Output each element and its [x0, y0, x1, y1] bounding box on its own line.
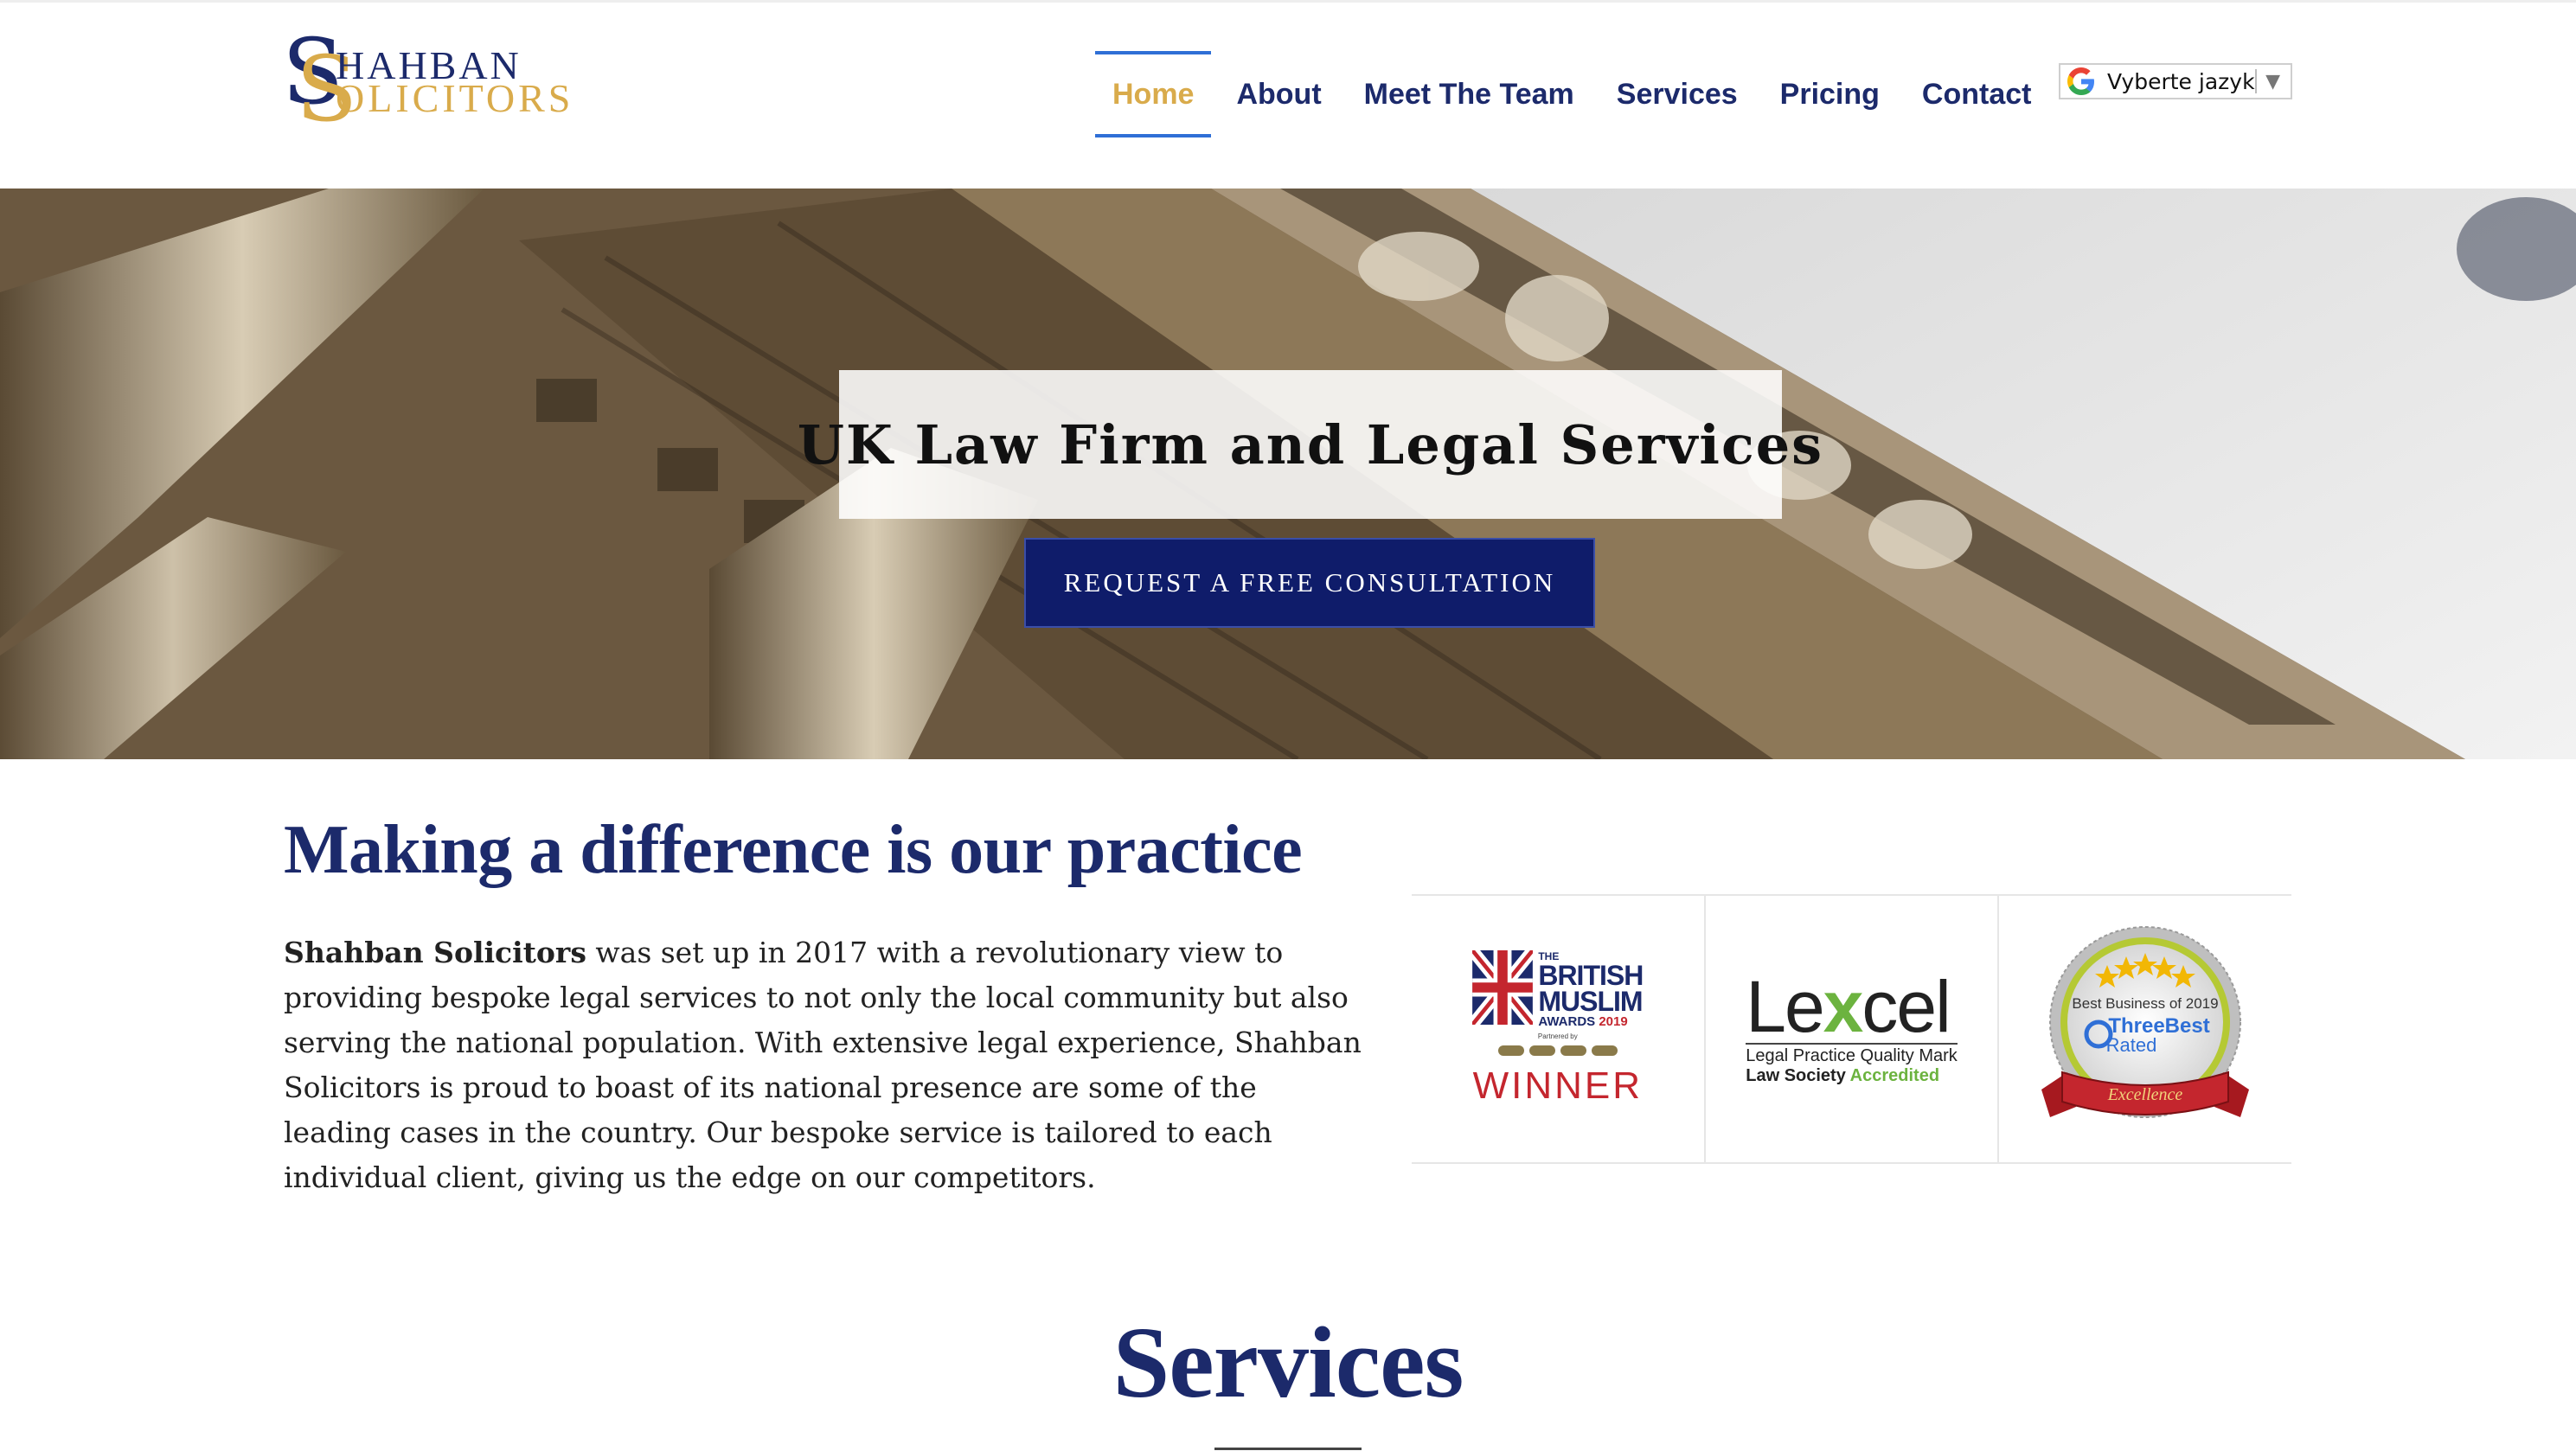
- bma-winner: WINNER: [1472, 1064, 1644, 1107]
- bma-year: 2019: [1599, 1014, 1628, 1029]
- lexcel-wordmark: Lexcel: [1746, 966, 1951, 1047]
- nav-home[interactable]: Home: [1095, 51, 1212, 137]
- threebest-line-1: Best Business of 2019: [2073, 995, 2219, 1012]
- request-consultation-button[interactable]: REQUEST A FREE CONSULTATION: [1024, 538, 1595, 628]
- lexcel-check-icon: x: [1823, 966, 1864, 1047]
- nav-services[interactable]: Services: [1599, 51, 1755, 137]
- threebest-ribbon: Excellence: [2107, 1085, 2183, 1104]
- language-selector[interactable]: Vyberte jazyk ▼: [2059, 63, 2292, 99]
- language-label: Vyberte jazyk: [2107, 68, 2255, 94]
- awards-strip: THE BRITISH MUSLIM AWARDS 2019 Partnered…: [1412, 894, 2291, 1164]
- lexcel-line-2: Law Society Accredited: [1746, 1066, 1940, 1085]
- hero-title-box: UK Law Firm and Legal Services: [798, 370, 1822, 519]
- bma-awards-word: AWARDS: [1538, 1014, 1596, 1029]
- threebest-rated-badge: Best Business of 2019 ThreeBest Rated Ex…: [2041, 926, 2250, 1118]
- nav-meet-the-team[interactable]: Meet The Team: [1347, 51, 1592, 137]
- award-lexcel: Lexcel Legal Practice Quality Mark Law S…: [1706, 896, 2000, 1162]
- firm-name: Shahban Solicitors: [284, 936, 586, 969]
- nav-contact[interactable]: Contact: [1905, 51, 2049, 137]
- bma-line-4: AWARDS 2019: [1538, 1014, 1643, 1029]
- intro-heading: Making a difference is our practice: [284, 812, 1303, 888]
- site-header: S S HAHBAN OLICITORS Home About Meet The…: [0, 0, 2576, 189]
- services-heading: Services: [1112, 1306, 1464, 1419]
- google-g-icon: [2066, 66, 2097, 97]
- divider: [1214, 1448, 1362, 1450]
- nav-about[interactable]: About: [1219, 51, 1338, 137]
- award-british-muslim: THE BRITISH MUSLIM AWARDS 2019 Partnered…: [1412, 896, 1706, 1162]
- bma-line-3: MUSLIM: [1538, 986, 1643, 1017]
- intro-paragraph: Shahban Solicitors was set up in 2017 wi…: [284, 930, 1365, 1200]
- threebest-line-3: Rated: [2106, 1034, 2157, 1056]
- bma-partner-logos: [1497, 1045, 1618, 1056]
- main-navigation: Home About Meet The Team Services Pricin…: [1095, 51, 2056, 137]
- bma-partners-label: Partnered by: [1537, 1032, 1578, 1040]
- british-muslim-awards-logo: THE BRITISH MUSLIM AWARDS 2019 Partnered…: [1467, 950, 1649, 1108]
- nav-pricing[interactable]: Pricing: [1763, 51, 1897, 137]
- intro-body: was set up in 2017 with a revolutionary …: [284, 936, 1362, 1194]
- hero-banner: UK Law Firm and Legal Services REQUEST A…: [0, 189, 2576, 759]
- site-logo[interactable]: S S HAHBAN OLICITORS: [282, 27, 570, 134]
- hero-title: UK Law Firm and Legal Services: [797, 412, 1824, 476]
- chevron-down-icon: ▼: [2265, 70, 2280, 93]
- logo-line-2: OLICITORS: [336, 76, 574, 120]
- union-jack-icon: [1472, 950, 1534, 1025]
- divider: [2255, 69, 2258, 93]
- lexcel-logo: Lexcel Legal Practice Quality Mark Law S…: [1746, 966, 1958, 1086]
- award-threebest: Best Business of 2019 ThreeBest Rated Ex…: [1999, 896, 2291, 1162]
- bma-line-2: BRITISH: [1538, 960, 1644, 991]
